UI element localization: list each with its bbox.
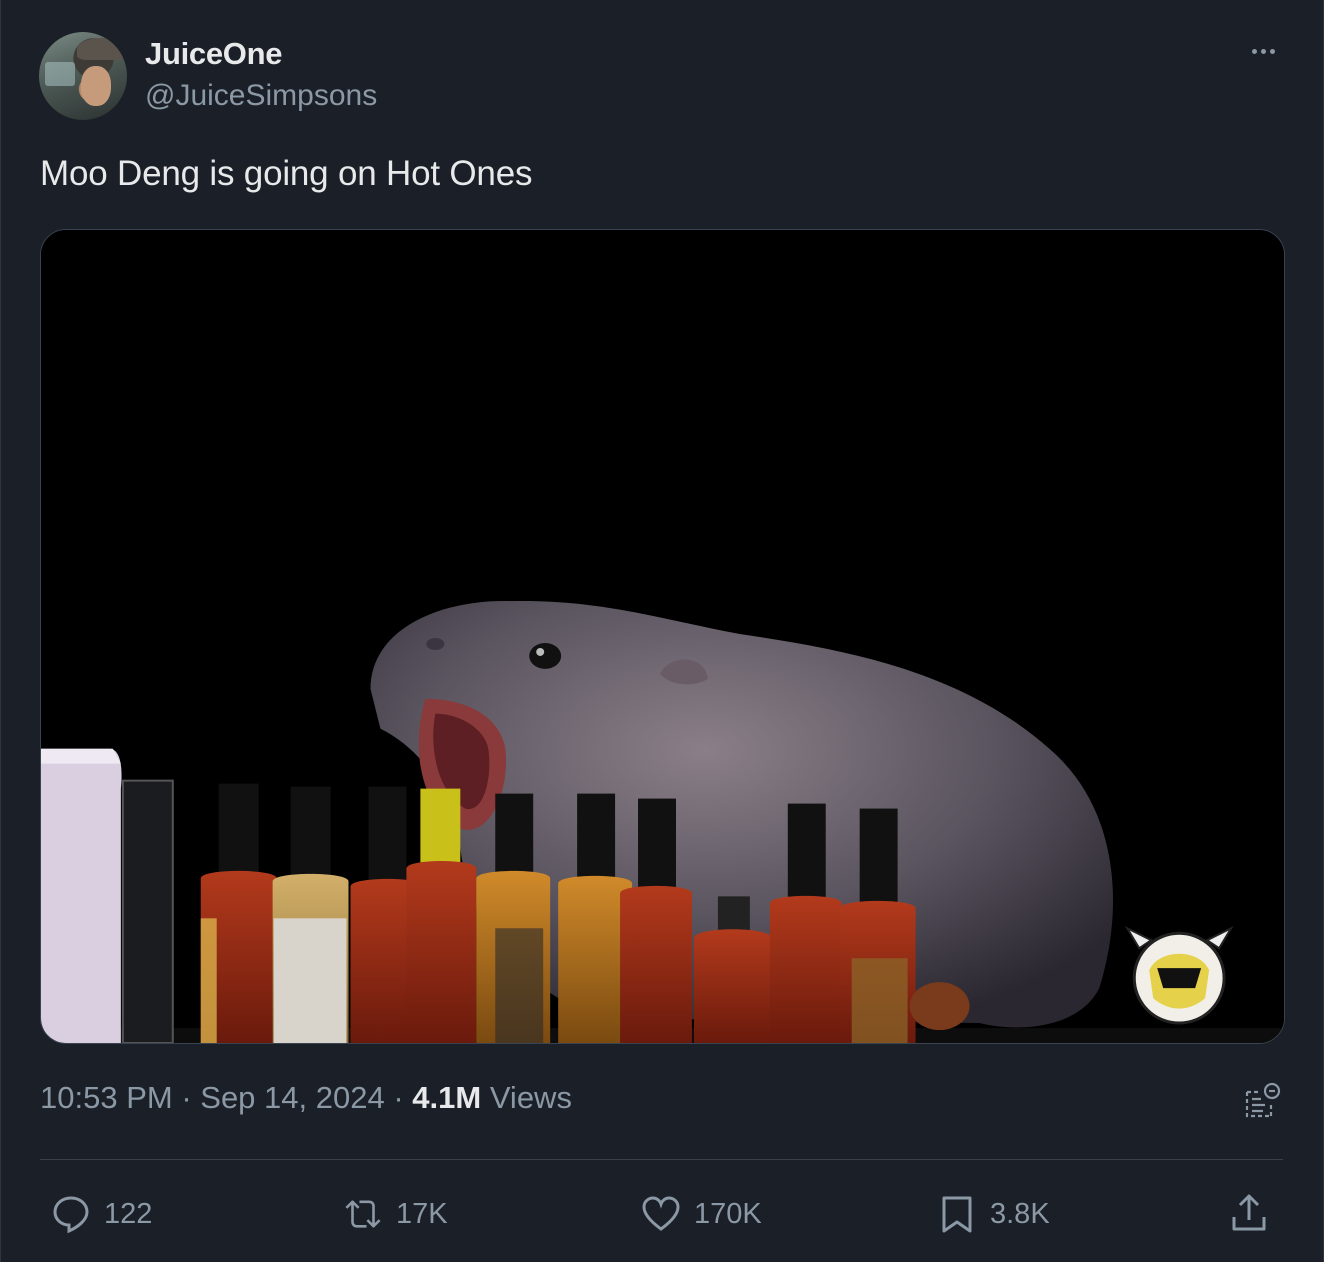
more-icon[interactable]: [1243, 36, 1283, 66]
repost-button[interactable]: 17K: [342, 1186, 448, 1242]
avatar[interactable]: [39, 32, 127, 120]
tweet-text: Moo Deng is going on Hot Ones: [40, 154, 533, 193]
tweet-card: JuiceOne @JuiceSimpsons Moo Deng is goin…: [0, 0, 1324, 1262]
repost-count: 17K: [396, 1197, 448, 1230]
bookmark-count: 3.8K: [990, 1197, 1050, 1230]
tweet-media-image[interactable]: [40, 229, 1285, 1044]
bookmark-icon: [942, 1196, 972, 1233]
reply-button[interactable]: 122: [50, 1186, 152, 1242]
action-bar: 122 17K 170K 3.8K: [40, 1186, 1283, 1242]
tweet-date[interactable]: Sep 14, 2024: [200, 1080, 384, 1115]
author-name[interactable]: JuiceOne: [145, 36, 282, 72]
repost-icon: [345, 1200, 381, 1228]
reply-icon: [53, 1196, 89, 1234]
tweet-meta: 10:53 PM · Sep 14, 2024 · 4.1M Views: [40, 1080, 572, 1116]
share-icon: [1232, 1194, 1266, 1231]
like-count: 170K: [694, 1197, 762, 1230]
tweet-header: JuiceOne @JuiceSimpsons: [39, 32, 1283, 122]
author-handle[interactable]: @JuiceSimpsons: [145, 79, 377, 113]
community-note-icon[interactable]: [1241, 1080, 1283, 1122]
like-button[interactable]: 170K: [640, 1186, 762, 1242]
meta-separator: ·: [384, 1080, 413, 1115]
meta-separator: ·: [172, 1080, 201, 1115]
bookmark-button[interactable]: 3.8K: [936, 1186, 1050, 1242]
views-label: Views: [481, 1080, 572, 1115]
tweet-time[interactable]: 10:53 PM: [40, 1080, 173, 1115]
heart-icon: [642, 1196, 680, 1231]
share-button[interactable]: [1228, 1186, 1282, 1242]
divider: [40, 1159, 1283, 1160]
views-count: 4.1M: [412, 1080, 482, 1115]
reply-count: 122: [104, 1197, 153, 1230]
